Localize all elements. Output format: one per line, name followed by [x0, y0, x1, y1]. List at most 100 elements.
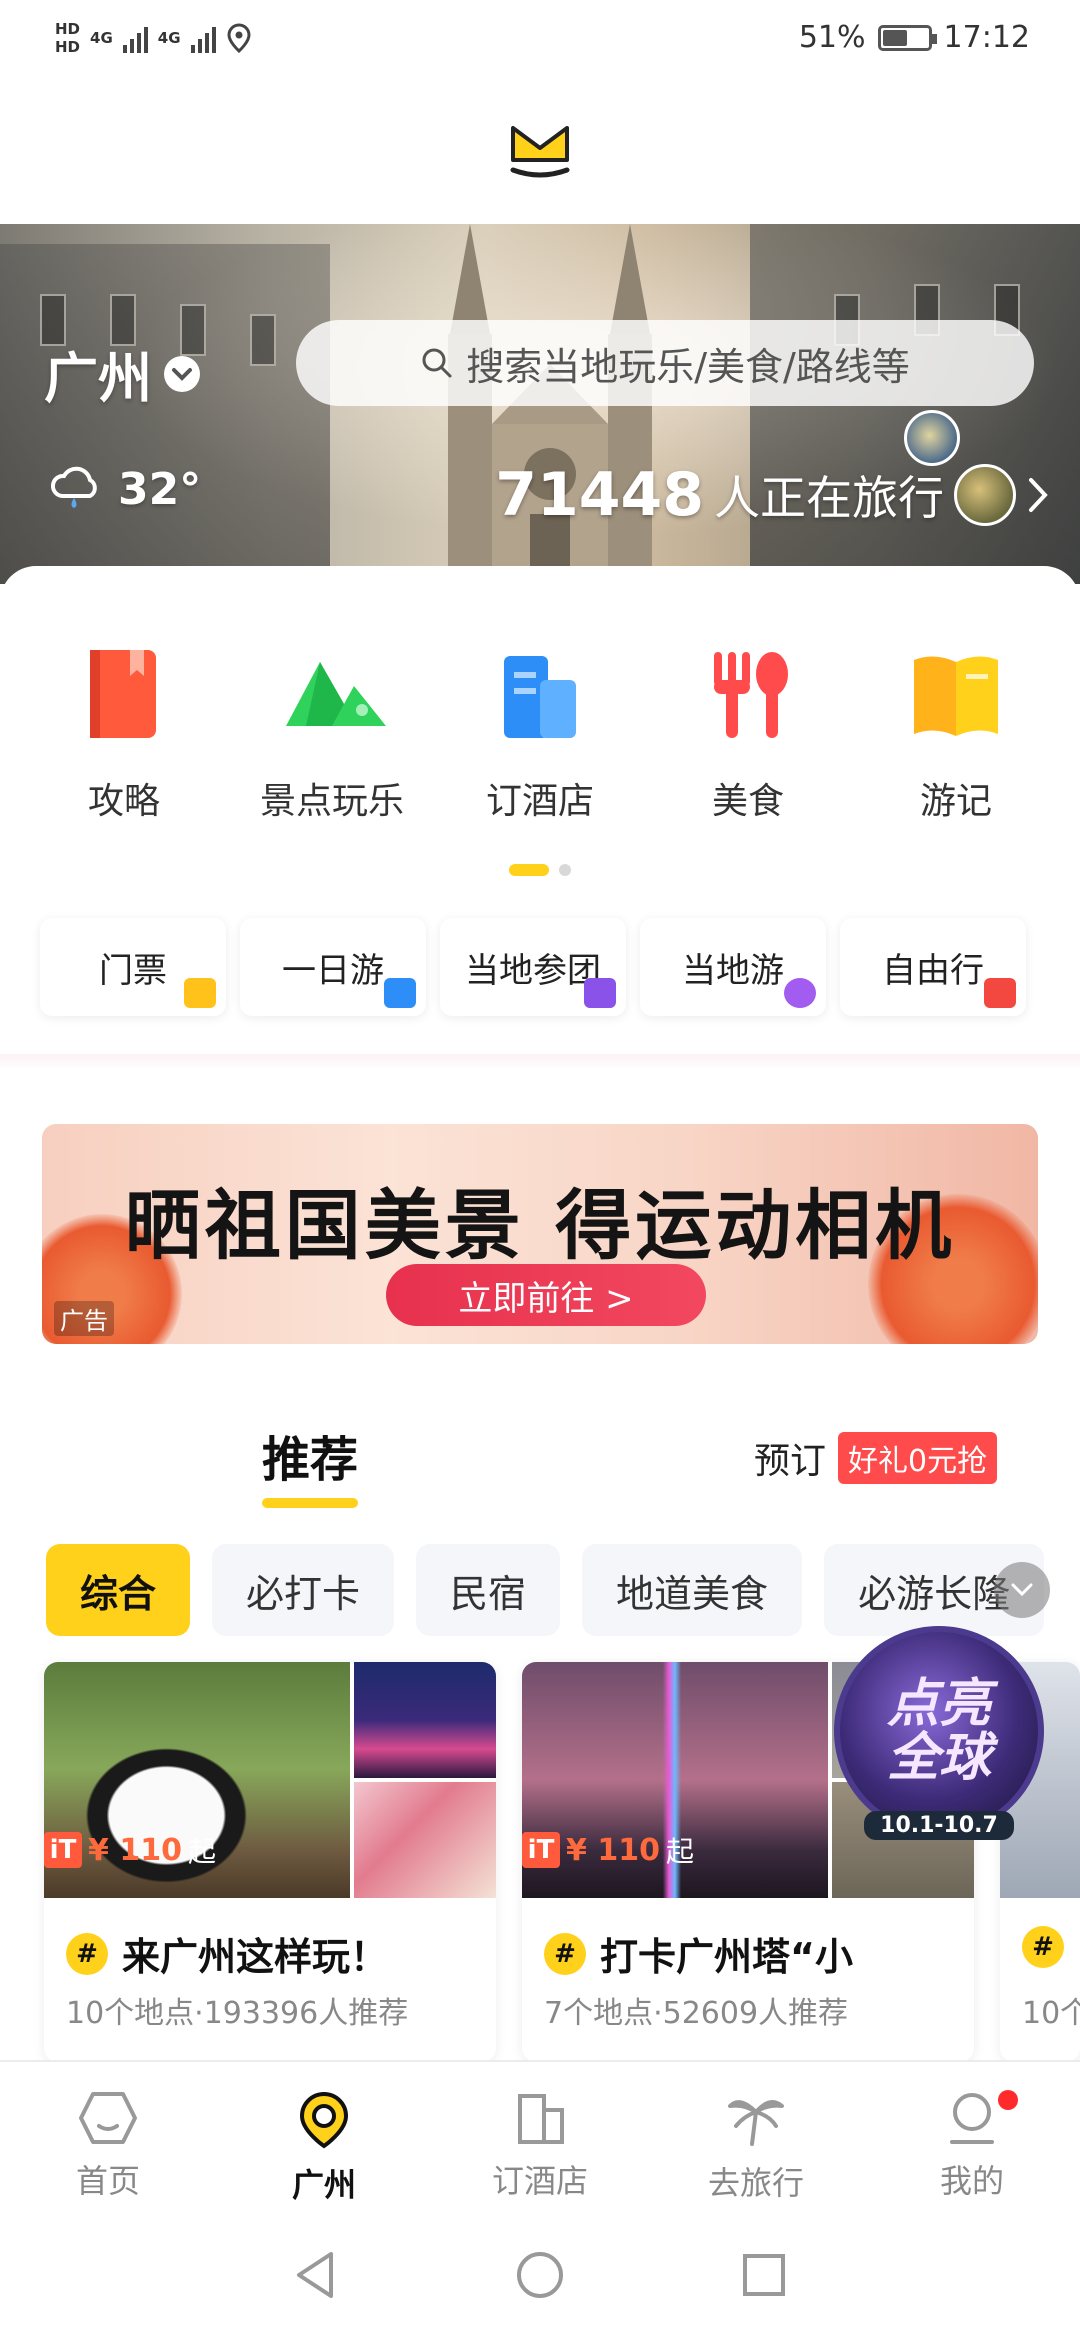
home-icon	[79, 2092, 137, 2144]
guide-book-icon	[74, 644, 174, 744]
selfie-photo	[354, 1782, 496, 1898]
chip-label: 当地参团	[465, 950, 601, 991]
main-content: 攻略 景点玩乐 订酒店 美食 游记 门票 一日游 当地参团 当地游 自由行 晒祖…	[0, 566, 1080, 2062]
gift-icon	[984, 978, 1016, 1008]
back-icon[interactable]	[293, 2250, 339, 2300]
hotel-icon	[490, 644, 590, 744]
ad-banner[interactable]: 晒祖国美景 得运动相机 立即前往 > 广告	[42, 1124, 1038, 1344]
search-icon	[422, 348, 452, 378]
ad-cta-button[interactable]: 立即前往 >	[386, 1264, 706, 1326]
page-dot	[559, 864, 571, 876]
promo-badge: 好礼0元抢	[838, 1432, 998, 1484]
status-right: 51% 17:12	[799, 20, 1030, 55]
ad-tag: 广告	[54, 1301, 114, 1336]
nav-hotel[interactable]: 订酒店	[450, 2062, 630, 2210]
category-attractions[interactable]: 景点玩乐	[232, 644, 432, 824]
card-title-text: 打卡广州塔“小	[600, 1935, 853, 1979]
chip-local-tour[interactable]: 当地游	[640, 918, 826, 1016]
temperature: 32°	[118, 464, 202, 515]
filter-all[interactable]: 综合	[46, 1544, 191, 1636]
hd-badge-2: HD	[55, 37, 81, 56]
category-grid: 攻略 景点玩乐 订酒店 美食 游记	[0, 644, 1080, 824]
tab-underline	[262, 1498, 358, 1508]
hotel-icon	[518, 2094, 564, 2144]
city-name: 广州	[44, 347, 152, 410]
city-selector[interactable]: 广州	[44, 334, 200, 413]
price-value: ¥ 110	[566, 1832, 660, 1868]
home-button-icon[interactable]	[515, 2250, 565, 2300]
nav-city[interactable]: 广州	[234, 2062, 414, 2210]
price-tag: iT ¥ 110 起	[44, 1830, 216, 1870]
quick-chip-row: 门票 一日游 当地参团 当地游 自由行	[40, 918, 1026, 1016]
cloud-rain-icon	[51, 466, 97, 508]
chevron-right-icon	[1029, 478, 1048, 512]
traveler-avatar	[904, 410, 960, 466]
category-travel-notes[interactable]: 游记	[856, 644, 1056, 824]
nav-home[interactable]: 首页	[18, 2062, 198, 2210]
chip-day-tour[interactable]: 一日游	[240, 918, 426, 1016]
floating-event-badge[interactable]: 点亮 全球 10.1-10.7	[834, 1626, 1044, 1840]
category-label: 游记	[919, 781, 992, 822]
travel-notes-icon	[906, 644, 1006, 744]
chip-tickets[interactable]: 门票	[40, 918, 226, 1016]
card-photos: iT ¥ 110 起	[44, 1662, 496, 1898]
filter-homestay[interactable]: 民宿	[416, 1544, 561, 1636]
card-subtitle: 7个地点·52609人推荐	[544, 1996, 849, 2031]
signal-icon	[122, 23, 148, 53]
calendar-icon	[384, 978, 416, 1008]
filter-local-food[interactable]: 地道美食	[582, 1544, 803, 1636]
search-bar[interactable]: 搜索当地玩乐/美食/路线等	[296, 320, 1034, 406]
hero-window	[250, 314, 276, 366]
search-placeholder: 搜索当地玩乐/美食/路线等	[466, 344, 910, 389]
card-title: # 打卡广州塔“小	[544, 1926, 853, 1981]
category-hotel[interactable]: 订酒店	[440, 644, 640, 824]
ad-title: 晒祖国美景 得运动相机	[124, 1181, 956, 1270]
price-icon: iT	[522, 1832, 560, 1868]
tab-booking[interactable]: 预订 好礼0元抢	[754, 1432, 998, 1484]
weather-widget[interactable]: 32°	[48, 464, 201, 515]
price-tag: iT ¥ 110 起	[522, 1830, 694, 1870]
flag-icon	[584, 978, 616, 1008]
filter-row: 综合 必打卡 民宿 地道美食 必游长隆	[46, 1544, 1045, 1636]
bottom-nav: 首页 广州 订酒店 去旅行 我的	[0, 2060, 1080, 2210]
notification-dot	[998, 2090, 1018, 2110]
network-type-2: 4G	[157, 28, 181, 47]
hd-badges: HD HD	[55, 20, 80, 56]
nav-label: 我的	[939, 2162, 1004, 2200]
balloon-icon	[784, 978, 816, 1008]
nav-profile[interactable]: 我的	[882, 2062, 1062, 2210]
ticket-icon	[184, 978, 216, 1008]
tab-recommend[interactable]: 推荐	[262, 1420, 358, 1508]
page-indicator	[0, 864, 1080, 876]
route-card[interactable]: iT ¥ 110 起 # 来广州这样玩！ 10个地点·193396人推荐	[44, 1662, 496, 2062]
chip-free-travel[interactable]: 自由行	[840, 918, 1026, 1016]
chip-label: 一日游	[282, 950, 384, 991]
network-type-1: 4G	[90, 28, 113, 47]
chip-label: 门票	[99, 950, 167, 991]
battery-icon	[877, 24, 937, 51]
recents-icon[interactable]	[741, 2252, 787, 2298]
chip-label: 自由行	[882, 950, 984, 991]
category-guide[interactable]: 攻略	[24, 644, 224, 824]
battery-percent: 51%	[798, 20, 866, 55]
app-logo-icon	[510, 126, 570, 178]
card-title: #	[1022, 1926, 1064, 1968]
category-food[interactable]: 美食	[648, 644, 848, 824]
section-divider	[0, 1054, 1080, 1070]
price-icon: iT	[44, 1832, 82, 1868]
card-title: # 来广州这样玩！	[66, 1926, 388, 1981]
badge-title-line1: 点亮	[886, 1674, 991, 1734]
traveler-count: 71448	[495, 460, 704, 530]
price-suffix: 起	[665, 1835, 694, 1868]
panda-photo: iT ¥ 110 起	[44, 1662, 350, 1898]
location-pin-icon	[227, 22, 251, 53]
page-dot-active	[509, 864, 549, 876]
hd-badge-1: HD	[55, 19, 81, 38]
badge-title-line2: 全球	[886, 1728, 991, 1788]
nav-label: 首页	[75, 2162, 140, 2200]
nav-travel[interactable]: 去旅行	[666, 2062, 846, 2210]
travelers-now-link[interactable]: 71448 人正在旅行	[495, 460, 1050, 530]
filter-must-visit[interactable]: 必打卡	[212, 1544, 395, 1636]
chip-local-group[interactable]: 当地参团	[440, 918, 626, 1016]
filter-expand-button[interactable]	[994, 1562, 1050, 1618]
